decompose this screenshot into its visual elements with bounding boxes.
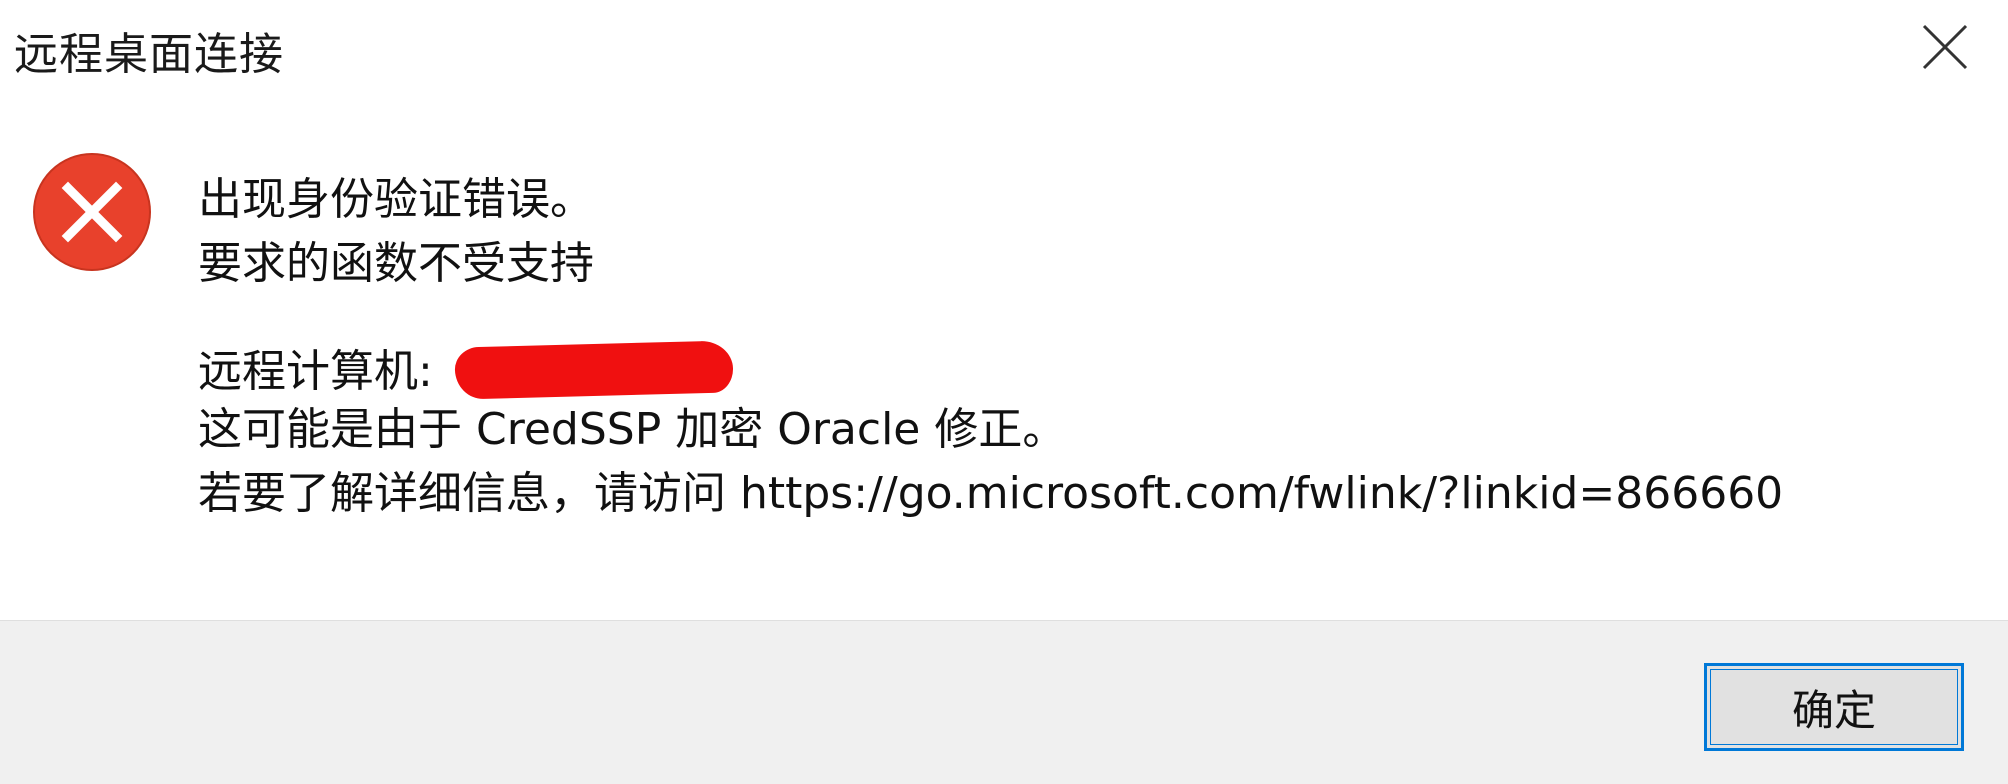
window-title: 远程桌面连接 — [14, 29, 284, 80]
title-bar: 远程桌面连接 — [0, 0, 2008, 96]
button-bar: 确定 — [0, 620, 2008, 784]
rdp-error-dialog: 远程桌面连接 出现身份验证错误。 要求的函数不受支持 远程计算机: 这可能是由于… — [0, 0, 2008, 784]
error-message: 出现身份验证错误。 要求的函数不受支持 远程计算机: 这可能是由于 CredSS… — [198, 168, 1783, 526]
close-icon — [1922, 24, 1968, 70]
remote-computer-row: 远程计算机: — [198, 334, 1783, 400]
more-info-text: 若要了解详细信息，请访问 https://go.microsoft.com/fw… — [198, 468, 1784, 519]
error-detail: 要求的函数不受支持 — [198, 238, 594, 289]
credssp-note: 这可能是由于 CredSSP 加密 Oracle 修正。 — [198, 404, 1067, 455]
close-button[interactable] — [1900, 14, 1988, 80]
remote-computer-label: 远程计算机: — [198, 346, 447, 397]
error-icon — [33, 153, 151, 271]
ok-button[interactable]: 确定 — [1704, 663, 1964, 751]
dialog-content: 出现身份验证错误。 要求的函数不受支持 远程计算机: 这可能是由于 CredSS… — [0, 96, 2008, 620]
error-heading: 出现身份验证错误。 — [198, 174, 594, 225]
redaction-mark — [454, 340, 734, 400]
